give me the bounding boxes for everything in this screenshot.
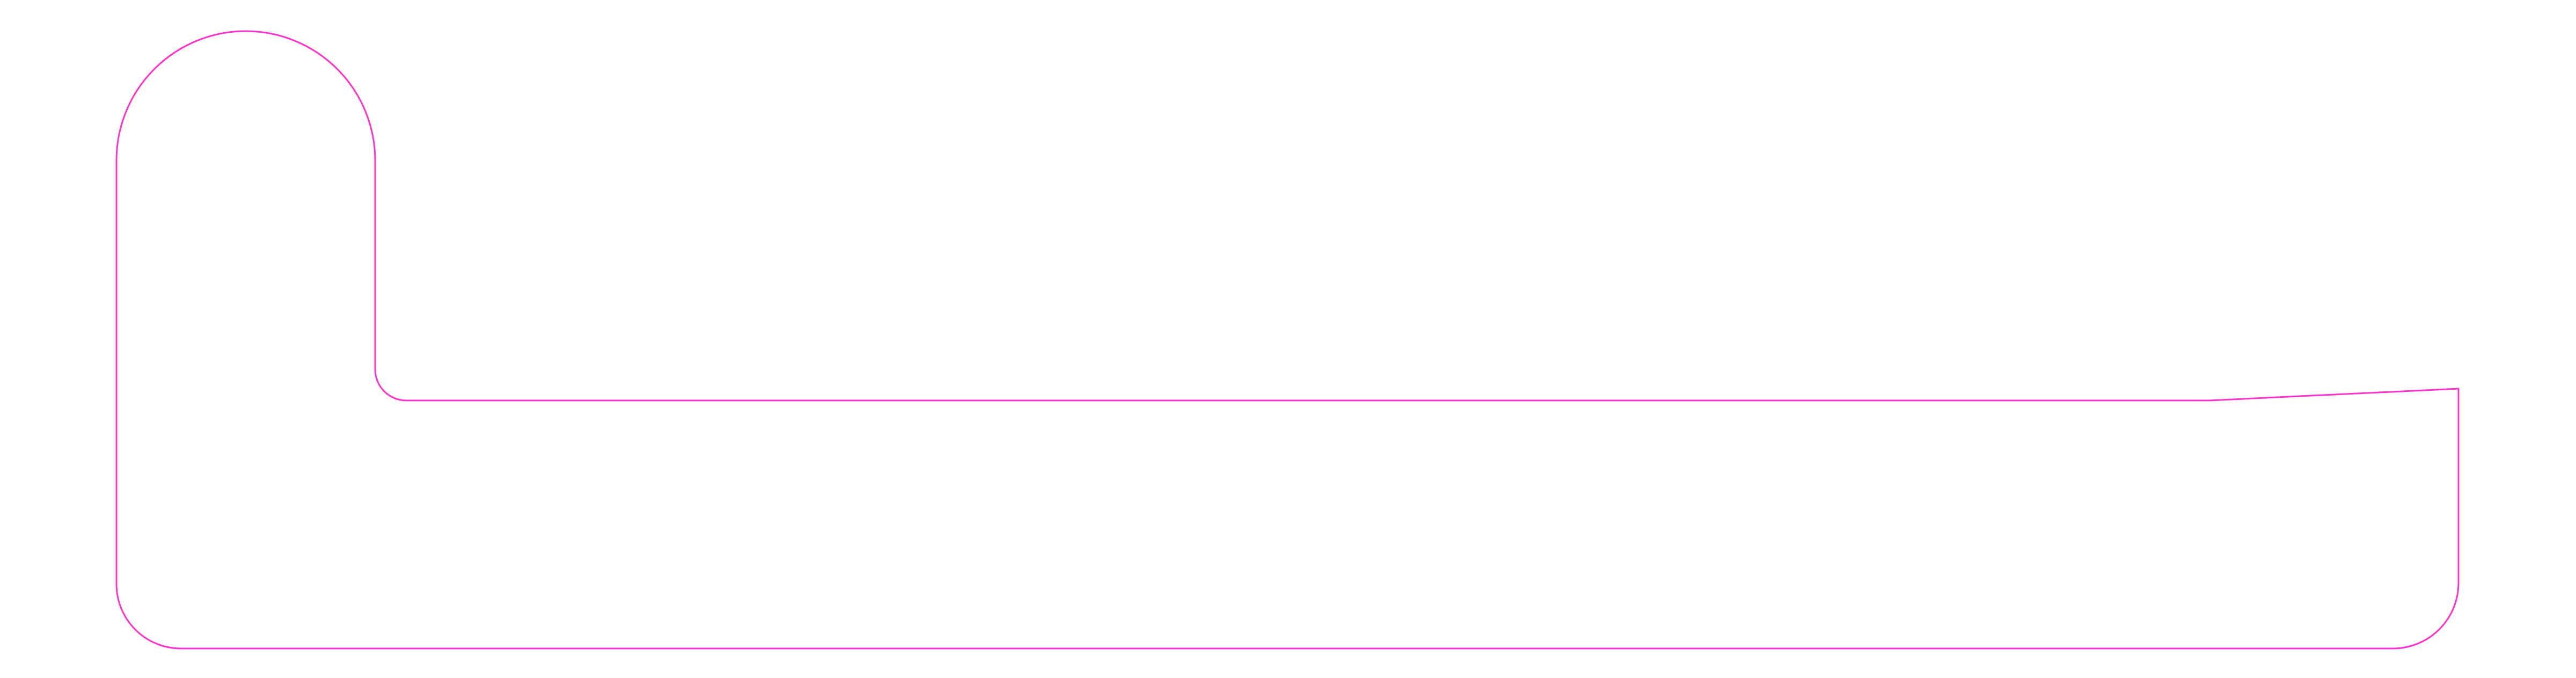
profile-outline-canvas: [0, 0, 2576, 678]
background: [0, 0, 2576, 678]
